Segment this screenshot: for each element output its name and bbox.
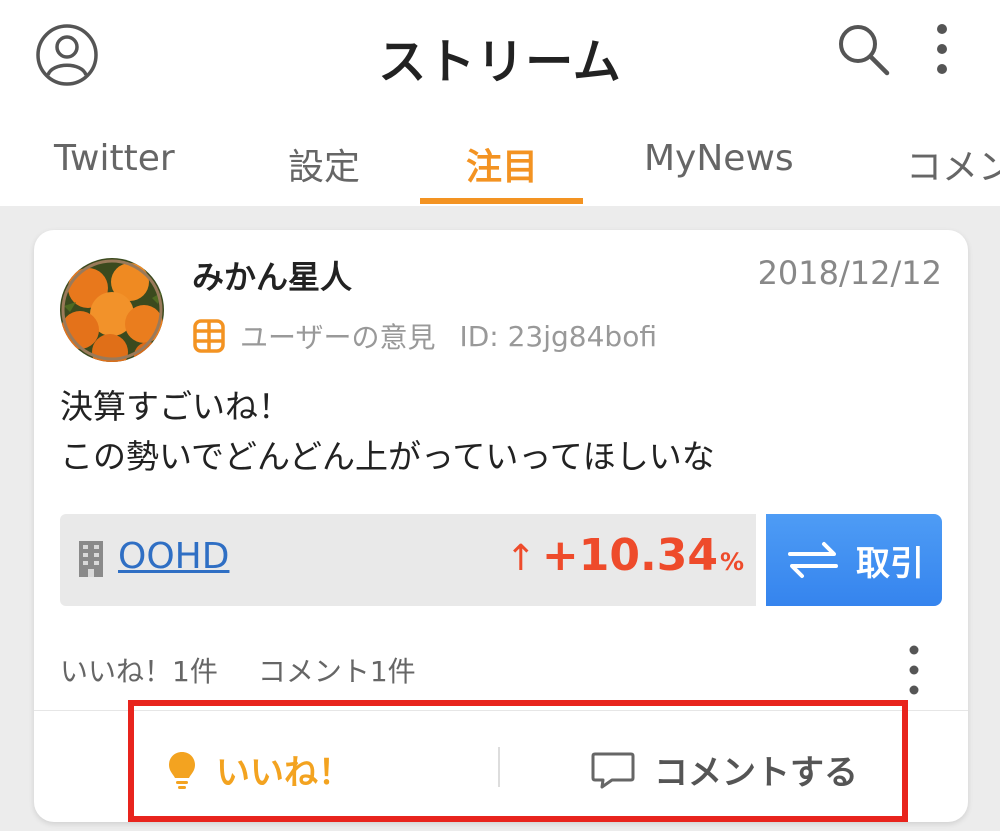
tab-comments[interactable]: コメン bbox=[906, 138, 1000, 190]
app-header: ストリーム bbox=[0, 0, 1000, 110]
user-name[interactable]: みかん星人 bbox=[192, 252, 352, 298]
post-stats: いいね！1件 コメント1件 bbox=[60, 650, 416, 690]
stock-change-value: +10.34 bbox=[541, 530, 718, 581]
building-icon bbox=[79, 541, 103, 577]
highlight-box bbox=[128, 700, 908, 822]
avatar[interactable] bbox=[60, 258, 164, 362]
stock-change: ↑ +10.34 % bbox=[506, 530, 744, 581]
active-tab-indicator bbox=[420, 198, 583, 204]
stock-name-link[interactable]: OOHD bbox=[118, 536, 229, 577]
post-meta: ユーザーの意見 ID: 23jg84bofi bbox=[192, 316, 657, 356]
trade-button[interactable]: 取引 bbox=[766, 514, 942, 606]
more-vertical-icon[interactable] bbox=[922, 20, 962, 78]
up-arrow-icon: ↑ bbox=[505, 538, 536, 579]
user-id-label: ID: 23jg84bofi bbox=[459, 319, 657, 353]
like-count[interactable]: いいね！1件 bbox=[60, 655, 218, 688]
user-opinion-icon bbox=[193, 319, 225, 353]
post-body-line: この勢いでどんどん上がっていってほしいな bbox=[60, 437, 715, 476]
post-body-line: 決算すごいね！ bbox=[60, 387, 291, 426]
tab-mynews[interactable]: MyNews bbox=[644, 138, 794, 179]
post-type-label: ユーザーの意見 bbox=[240, 321, 436, 354]
post-body: 決算すごいね！ この勢いでどんどん上がっていってほしいな bbox=[60, 382, 715, 482]
trade-button-label: 取引 bbox=[856, 543, 924, 584]
tab-bar: Twitter 設定 注目 MyNews コメン bbox=[0, 110, 1000, 206]
search-icon[interactable] bbox=[834, 20, 892, 78]
stock-change-unit: % bbox=[719, 548, 744, 576]
tab-twitter[interactable]: Twitter bbox=[54, 138, 175, 179]
swap-arrows-icon bbox=[788, 542, 838, 578]
stock-info-bar[interactable]: OOHD ↑ +10.34 % bbox=[60, 514, 756, 606]
more-vertical-icon[interactable] bbox=[902, 640, 926, 700]
tab-featured[interactable]: 注目 bbox=[466, 138, 538, 190]
comment-count[interactable]: コメント1件 bbox=[258, 655, 416, 688]
tab-settings[interactable]: 設定 bbox=[288, 138, 360, 190]
post-date: 2018/12/12 bbox=[757, 254, 942, 292]
